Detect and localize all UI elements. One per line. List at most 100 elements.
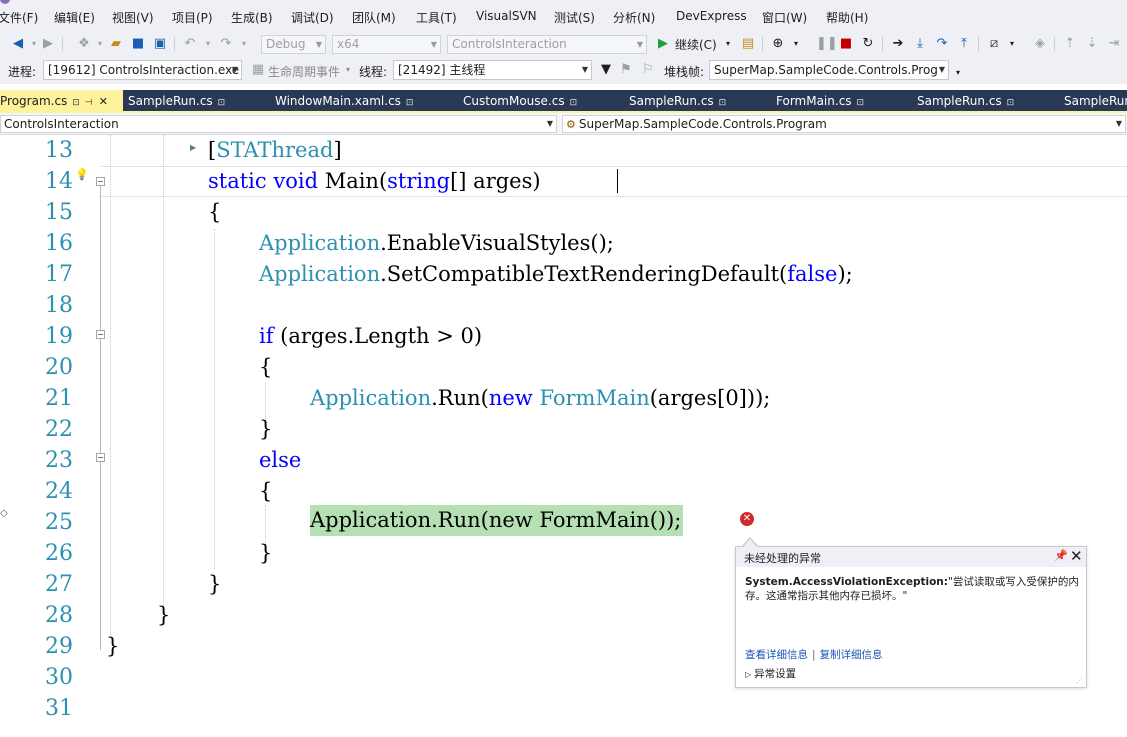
comment-icon[interactable]: ⇥ [1106, 36, 1122, 52]
pin-icon[interactable]: ⊡ [570, 98, 578, 108]
breakpoint-icon[interactable]: ◈ [1032, 36, 1048, 52]
menu-build[interactable]: 生成(B) [231, 9, 273, 26]
menu-test[interactable]: 测试(S) [554, 9, 595, 26]
continue-button[interactable]: 继续(C) [675, 36, 717, 53]
solution-platform-value: x64 [337, 37, 360, 51]
find-dropdown-icon[interactable]: ▾ [788, 36, 804, 52]
show-next-statement-icon[interactable]: ➔ [890, 36, 906, 52]
thread-combo[interactable]: [21492] 主线程 ▼ [393, 60, 592, 80]
show-flagged-icon[interactable]: ⚐ [640, 62, 656, 78]
pin-tab-icon[interactable]: ⊣ [85, 98, 93, 108]
stack-frame-combo[interactable]: SuperMap.SampleCode.Controls.Prog ▼ [709, 60, 949, 80]
step-out-icon[interactable]: ⤒ [956, 36, 972, 52]
break-all-icon[interactable]: ❚❚ [816, 36, 838, 52]
member-value: SuperMap.SampleCode.Controls.Program [578, 117, 827, 131]
tab-label: SampleRun.cs [629, 94, 714, 108]
navigate-back-icon[interactable]: ◀ [10, 36, 26, 52]
close-icon[interactable]: ✕ [1070, 547, 1083, 565]
debug-location-toolbar: 进程: [19612] ControlsInteraction.exe ▼ ▦ … [0, 56, 1127, 84]
exception-settings-toggle[interactable]: ▷ 异常设置 [745, 666, 796, 681]
stop-debugging-icon[interactable]: ■ [838, 36, 854, 52]
process-label: 进程: [8, 65, 37, 79]
pin-icon[interactable]: 📌 [1054, 549, 1068, 562]
attach-process-icon[interactable]: ▤ [740, 36, 756, 52]
code-line-17: Application.SetCompatibleTextRenderingDe… [259, 262, 853, 286]
new-project-icon[interactable]: ❖ [76, 36, 92, 52]
menu-edit[interactable]: 编辑(E) [54, 9, 95, 26]
restart-icon[interactable]: ↻ [860, 36, 876, 52]
flag-threads-icon[interactable]: ⚑ [618, 62, 634, 78]
hex-display-icon[interactable]: ⧄ [986, 36, 1002, 52]
tab-samplerun-cs-1[interactable]: SampleRun.cs ⊡ [128, 90, 225, 112]
menu-window[interactable]: 窗口(W) [762, 9, 807, 26]
tab-formmain-cs[interactable]: FormMain.cs ⊡ [776, 90, 864, 112]
menu-team[interactable]: 团队(M) [352, 9, 396, 26]
tab-windowmain-xaml-cs[interactable]: WindowMain.xaml.cs ⊡ [275, 90, 413, 112]
tab-custommouse-cs[interactable]: CustomMouse.cs ⊡ [463, 90, 577, 112]
lifecycle-events-icon[interactable]: ▦ [250, 62, 266, 78]
line-number: 17 [45, 262, 73, 287]
code-line-21: Application.Run(new FormMain(arges[0])); [310, 386, 771, 410]
menu-tools[interactable]: 工具(T) [416, 9, 457, 26]
move-down-icon[interactable]: ⇣ [1084, 36, 1100, 52]
process-combo[interactable]: [19612] ControlsInteraction.exe ▼ [43, 60, 242, 80]
lifecycle-events-label[interactable]: 生命周期事件 [268, 63, 340, 80]
move-up-icon[interactable]: ⇡ [1062, 36, 1078, 52]
pin-icon[interactable]: ⊡ [72, 98, 80, 108]
solution-platform-combo[interactable]: x64 ▼ [332, 35, 441, 54]
pin-icon[interactable]: ⊡ [719, 98, 727, 108]
pin-icon[interactable]: ⊡ [406, 98, 414, 108]
menu-view[interactable]: 视图(V) [112, 9, 154, 26]
hex-dropdown-icon[interactable]: ▾ [1004, 36, 1020, 52]
redo-dropdown-icon[interactable]: ▾ [236, 36, 252, 52]
member-combo[interactable]: ⚙ SuperMap.SampleCode.Controls.Program ▼ [562, 115, 1126, 133]
navigate-forward-icon[interactable]: ▶ [40, 36, 56, 52]
chevron-down-icon: ▼ [938, 65, 945, 74]
continue-dropdown-icon[interactable]: ▾ [720, 36, 736, 52]
pin-icon[interactable]: ⊡ [1007, 98, 1015, 108]
menu-project[interactable]: 项目(P) [172, 9, 213, 26]
code-line-29: } [106, 634, 120, 658]
toolbar-overflow-icon[interactable]: ▾ [956, 68, 960, 77]
menu-help[interactable]: 帮助(H) [826, 9, 868, 26]
close-icon[interactable]: ✕ [99, 95, 108, 108]
menu-devexpress[interactable]: DevExpress [676, 9, 747, 23]
project-combo[interactable]: ControlsInteraction ▼ [0, 115, 557, 133]
save-icon[interactable]: ■ [130, 36, 146, 52]
tab-label: SampleRun [1064, 94, 1127, 108]
copy-details-link[interactable]: 复制详细信息 [820, 649, 883, 661]
quick-action-icon[interactable]: ▸ [190, 140, 196, 154]
step-into-icon[interactable]: ⤓ [912, 36, 928, 52]
tab-label: Program.cs [0, 94, 68, 108]
undo-dropdown-icon[interactable]: ▾ [200, 36, 216, 52]
tab-samplerun-cs-3[interactable]: SampleRun.cs ⊡ [917, 90, 1014, 112]
popup-pointer-fill [743, 539, 757, 547]
pin-icon[interactable]: ⊡ [857, 98, 865, 108]
menu-debug[interactable]: 调试(D) [291, 9, 334, 26]
line-number: 31 [45, 696, 73, 721]
startup-project-combo[interactable]: ControlsInteraction ▼ [447, 35, 647, 54]
view-details-link[interactable]: 查看详细信息 [745, 649, 808, 661]
exception-error-icon[interactable]: ✕ [740, 512, 754, 526]
continue-play-icon[interactable]: ▶ [655, 36, 671, 52]
tab-samplerun-cs-2[interactable]: SampleRun.cs ⊡ [629, 90, 726, 112]
menu-visualsvn[interactable]: VisualSVN [476, 9, 537, 23]
menu-analyze[interactable]: 分析(N) [613, 9, 655, 26]
find-icon[interactable]: ⊕ [770, 36, 786, 52]
save-all-icon[interactable]: ▣ [152, 36, 168, 52]
redo-icon[interactable]: ↷ [218, 36, 234, 52]
line-number: 30 [45, 665, 73, 690]
resize-grip-icon[interactable]: ⋰ [1076, 677, 1083, 685]
filter-icon[interactable]: ▼ [598, 62, 614, 78]
tab-samplerun-cs-4[interactable]: SampleRun [1064, 90, 1127, 112]
solution-configuration-combo[interactable]: Debug ▼ [261, 35, 326, 54]
lifecycle-dropdown-icon[interactable]: ▾ [346, 65, 350, 74]
pin-icon[interactable]: ⊡ [218, 98, 226, 108]
open-file-icon[interactable]: ▰ [108, 36, 124, 52]
tab-program-cs[interactable]: Program.cs ⊡ ⊣ ✕ [0, 90, 123, 112]
menu-file[interactable]: 文件(F) [0, 9, 38, 26]
step-over-icon[interactable]: ↷ [934, 36, 950, 52]
new-dropdown-icon[interactable]: ▾ [92, 36, 108, 52]
undo-icon[interactable]: ↶ [182, 36, 198, 52]
code-line-19: if (arges.Length > 0) [259, 324, 483, 348]
